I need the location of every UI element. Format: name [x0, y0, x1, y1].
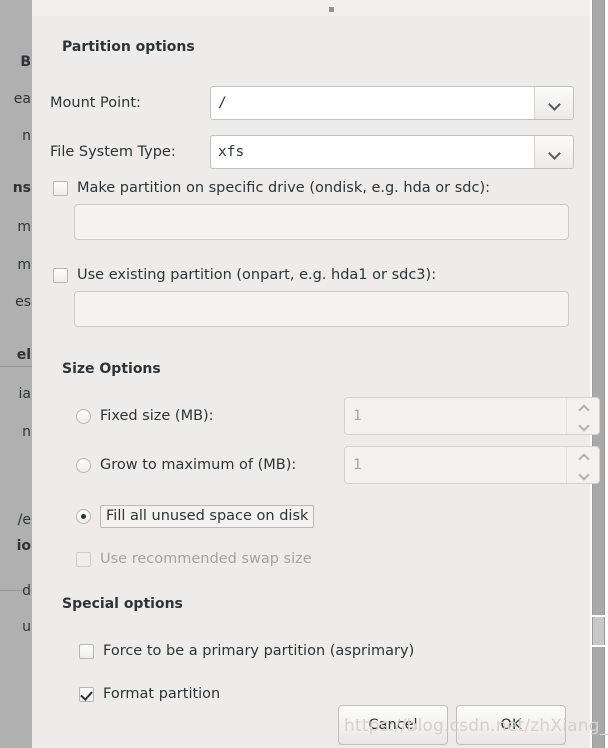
grow-maximum-radio-row[interactable]: Grow to maximum of (MB):	[76, 457, 296, 473]
bg-text-fragment: n	[22, 424, 31, 440]
bg-text-fragment: io	[16, 538, 31, 554]
fill-unused-space-radio-row[interactable]: Fill all unused space on disk	[76, 505, 315, 528]
caret-up-icon	[578, 404, 589, 410]
background-scrollbar-track	[592, 0, 605, 615]
fixed-size-radio[interactable]	[76, 408, 91, 424]
format-partition-checkbox-row[interactable]: Format partition	[79, 686, 220, 702]
grow-maximum-radio[interactable]	[76, 457, 91, 473]
format-partition-label: Format partition	[103, 686, 221, 702]
dialog-top-strip	[32, 0, 590, 16]
grow-maximum-label: Grow to maximum of (MB):	[100, 457, 297, 473]
fixed-size-spinner[interactable]: 1	[344, 397, 600, 435]
section-title-special-options: Special options	[62, 596, 183, 612]
background-scrollbar-thumb[interactable]	[592, 617, 605, 645]
chevron-down-icon	[549, 149, 560, 156]
file-system-type-label: File System Type:	[50, 144, 176, 160]
ok-button[interactable]: OK	[456, 705, 566, 745]
bg-text-fragment: ia	[18, 386, 31, 402]
fixed-size-increment-button[interactable]	[567, 398, 599, 416]
grow-maximum-spinner-buttons[interactable]	[566, 447, 599, 483]
recommended-swap-label: Use recommended swap size	[100, 551, 312, 567]
onpart-checkbox-row[interactable]: Use existing partition (onpart, e.g. hda…	[53, 267, 436, 283]
resize-grip-icon[interactable]	[329, 7, 334, 12]
ondisk-checkbox[interactable]	[53, 180, 68, 196]
asprimary-checkbox[interactable]	[79, 643, 94, 659]
ondisk-label: Make partition on specific drive (ondisk…	[77, 180, 491, 196]
section-title-size-options: Size Options	[62, 361, 161, 377]
bg-text-fragment: m	[17, 219, 31, 235]
grow-maximum-decrement-button[interactable]	[567, 465, 599, 483]
background-scrollbar-track-lower	[592, 647, 605, 748]
mount-point-dropdown-button[interactable]	[534, 87, 573, 119]
grow-maximum-spinner[interactable]: 1	[344, 446, 600, 484]
section-title-partition-options: Partition options	[62, 39, 195, 55]
bg-text-fragment: ea	[13, 91, 31, 107]
fixed-size-value: 1	[353, 408, 362, 424]
recommended-swap-checkbox-row: Use recommended swap size	[76, 551, 312, 567]
background-window-right-edge	[590, 0, 608, 748]
caret-down-icon	[578, 422, 589, 428]
bg-text-fragment: el	[16, 347, 31, 363]
fixed-size-radio-row[interactable]: Fixed size (MB):	[76, 408, 214, 424]
ondisk-checkbox-row[interactable]: Make partition on specific drive (ondisk…	[53, 180, 490, 196]
chevron-down-icon	[549, 100, 560, 107]
bg-text-fragment: m	[17, 257, 31, 273]
recommended-swap-checkbox	[76, 551, 91, 567]
background-window-left-edge: B ea n ns m m es el ia n e/ io d u	[0, 0, 32, 748]
asprimary-label: Force to be a primary partition (asprima…	[103, 643, 415, 659]
screen-root: B ea n ns m m es el ia n e/ io d u Parti…	[0, 0, 608, 748]
fixed-size-label: Fixed size (MB):	[100, 408, 214, 424]
grow-maximum-increment-button[interactable]	[567, 447, 599, 465]
caret-down-icon	[578, 471, 589, 477]
bg-text-fragment: u	[22, 619, 31, 635]
mount-point-label: Mount Point:	[50, 95, 141, 111]
bg-text-fragment: es	[15, 294, 31, 310]
file-system-type-combobox[interactable]: xfs	[210, 135, 574, 169]
fixed-size-decrement-button[interactable]	[567, 416, 599, 434]
bg-text-fragment: ns	[12, 180, 31, 196]
partition-options-dialog: Partition options Mount Point: / File Sy…	[32, 0, 600, 748]
fill-unused-space-label: Fill all unused space on disk	[100, 505, 315, 528]
bg-text-fragment: n	[22, 128, 31, 144]
file-system-type-dropdown-button[interactable]	[534, 136, 573, 168]
format-partition-checkbox[interactable]	[79, 686, 94, 702]
onpart-checkbox[interactable]	[53, 267, 68, 283]
ondisk-input[interactable]	[74, 204, 569, 240]
onpart-label: Use existing partition (onpart, e.g. hda…	[77, 267, 437, 283]
fill-unused-space-radio[interactable]	[76, 509, 91, 524]
onpart-input[interactable]	[74, 291, 569, 327]
dialog-content: Partition options Mount Point: / File Sy…	[32, 16, 600, 748]
bg-text-fragment: B	[20, 54, 31, 70]
mount-point-combobox[interactable]: /	[210, 86, 574, 120]
dialog-button-bar: Cancel OK	[338, 705, 566, 745]
grow-maximum-value: 1	[353, 457, 362, 473]
asprimary-checkbox-row[interactable]: Force to be a primary partition (asprima…	[79, 643, 414, 659]
caret-up-icon	[578, 453, 589, 459]
fixed-size-spinner-buttons[interactable]	[566, 398, 599, 434]
bg-text-fragment: d	[22, 583, 31, 599]
bg-text-fragment: e/	[17, 512, 31, 528]
cancel-button[interactable]: Cancel	[338, 705, 448, 745]
mount-point-value: /	[218, 95, 227, 111]
file-system-type-value: xfs	[218, 144, 245, 160]
